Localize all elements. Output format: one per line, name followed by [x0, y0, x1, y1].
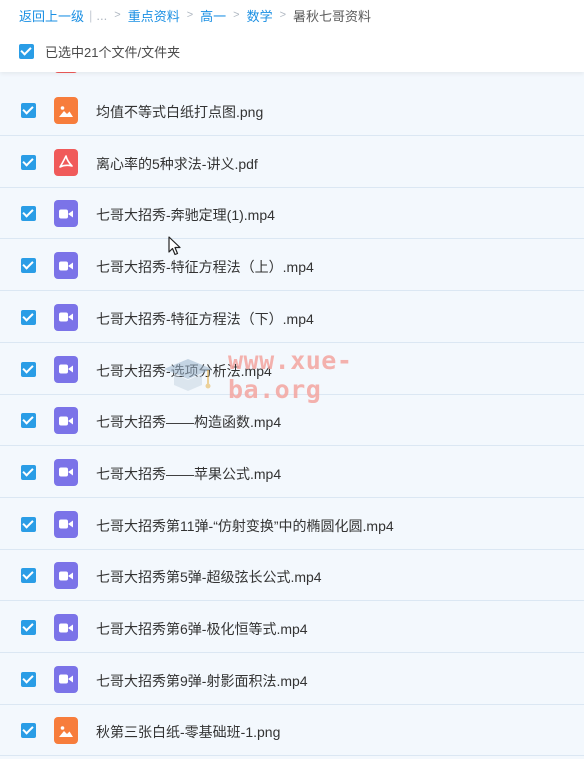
file-name[interactable]: 七哥大招秀第5弹-超级弦长公式.mp4	[96, 567, 322, 587]
header-bar: 返回上一级 | ... > 重点资料 > 高一 > 数学 > 暑秋七哥资料 已选…	[0, 0, 584, 72]
file-row[interactable]: 离心率的5种求法-讲义.pdf	[0, 136, 584, 188]
breadcrumb-separator: >	[114, 9, 121, 21]
video-file-icon	[54, 303, 78, 331]
file-checkbox[interactable]	[21, 361, 36, 377]
file-checkbox[interactable]	[21, 154, 36, 170]
breadcrumb-divider: |	[89, 7, 93, 23]
file-name[interactable]: 秋第三张白纸-零基础班-1.png	[96, 722, 280, 742]
video-file-icon	[54, 665, 78, 693]
file-name[interactable]: 均值不等式白纸打点图.png	[96, 102, 263, 122]
select-all-checkbox[interactable]	[19, 43, 34, 59]
video-file-icon	[54, 614, 78, 641]
file-list: 均值不等式白纸打点图.png 离心率的5种求法-讲义.pdf 七哥大招秀-奔驰定理(…	[0, 56, 584, 759]
file-name[interactable]: 七哥大招秀-特征方程法（上）.mp4	[96, 257, 314, 277]
file-row[interactable]: 七哥大招秀——构造函数.mp4	[0, 395, 584, 447]
file-row[interactable]: 均值不等式白纸打点图.png	[0, 85, 584, 136]
file-checkbox[interactable]	[21, 206, 36, 222]
file-checkbox[interactable]	[21, 464, 36, 480]
selection-bar: 已选中21个文件/文件夹	[19, 42, 180, 60]
file-row[interactable]: 七哥大招秀-特征方程法（上）.mp4	[0, 240, 584, 292]
breadcrumb: 返回上一级 | ... > 重点资料 > 高一 > 数学 > 暑秋七哥资料	[19, 6, 371, 24]
selection-count-text: 已选中21个文件/文件夹	[45, 44, 181, 60]
breadcrumb-item-grade[interactable]: 高一	[200, 6, 226, 25]
file-name[interactable]: 七哥大招秀-特征方程法（下）.mp4	[96, 309, 314, 329]
back-link[interactable]: 返回上一级	[19, 6, 84, 25]
breadcrumb-separator: >	[233, 9, 240, 21]
file-row[interactable]: 秋第三张白纸-零基础班-1.png	[0, 705, 584, 757]
file-row[interactable]: 七哥大招秀-奔驰定理(1).mp4	[0, 188, 584, 240]
file-row[interactable]: 七哥大招秀第11弹-“仿射变换”中的椭圆化圆.mp4	[0, 498, 584, 550]
file-checkbox[interactable]	[21, 516, 36, 532]
mouse-cursor-icon	[168, 236, 181, 256]
file-row[interactable]: 七哥大招秀第5弹-超级弦长公式.mp4	[0, 550, 584, 602]
file-checkbox[interactable]	[21, 620, 36, 635]
file-name[interactable]: 七哥大招秀——构造函数.mp4	[96, 412, 281, 432]
video-file-icon	[54, 355, 78, 383]
video-file-icon	[54, 510, 78, 538]
file-name[interactable]: 七哥大招秀——苹果公式.mp4	[96, 464, 281, 484]
video-file-icon	[54, 200, 78, 228]
breadcrumb-item-key-materials[interactable]: 重点资料	[128, 6, 180, 25]
file-checkbox[interactable]	[21, 413, 36, 429]
file-name[interactable]: 七哥大招秀-奔驰定理(1).mp4	[96, 205, 275, 225]
file-name[interactable]: 七哥大招秀第6弹-极化恒等式.mp4	[96, 619, 308, 639]
file-row[interactable]: 七哥大招秀第9弹-射影面积法.mp4	[0, 653, 584, 705]
file-checkbox[interactable]	[21, 671, 36, 687]
breadcrumb-current: 暑秋七哥资料	[293, 8, 372, 24]
breadcrumb-ellipsis[interactable]: ...	[96, 8, 107, 23]
file-row[interactable]: 七哥大招秀-特征方程法（下）.mp4	[0, 291, 584, 343]
image-file-icon	[54, 97, 78, 124]
file-row[interactable]: 七哥大招秀-选项分析法.mp4	[0, 343, 584, 395]
file-row[interactable]: 七哥大招秀——苹果公式.mp4	[0, 446, 584, 498]
file-checkbox[interactable]	[21, 309, 36, 325]
breadcrumb-separator: >	[279, 9, 287, 21]
file-name[interactable]: 离心率的5种求法-讲义.pdf	[96, 154, 258, 174]
file-name[interactable]: 七哥大招秀第11弹-“仿射变换”中的椭圆化圆.mp4	[96, 516, 394, 536]
video-file-icon	[54, 458, 78, 486]
video-file-icon	[54, 562, 78, 590]
image-file-icon	[54, 717, 78, 745]
file-name[interactable]: 七哥大招秀第9弹-射影面积法.mp4	[96, 671, 308, 691]
file-checkbox[interactable]	[21, 723, 36, 739]
breadcrumb-item-math[interactable]: 数学	[247, 6, 273, 25]
pdf-file-icon	[54, 148, 78, 176]
video-file-icon	[54, 252, 78, 280]
file-name[interactable]: 七哥大招秀-选项分析法.mp4	[96, 361, 272, 381]
video-file-icon	[54, 407, 78, 435]
file-checkbox[interactable]	[21, 258, 36, 274]
breadcrumb-separator: >	[186, 9, 194, 21]
file-checkbox[interactable]	[21, 103, 36, 118]
file-checkbox[interactable]	[21, 568, 36, 584]
file-row[interactable]: 七哥大招秀第6弹-极化恒等式.mp4	[0, 602, 584, 653]
